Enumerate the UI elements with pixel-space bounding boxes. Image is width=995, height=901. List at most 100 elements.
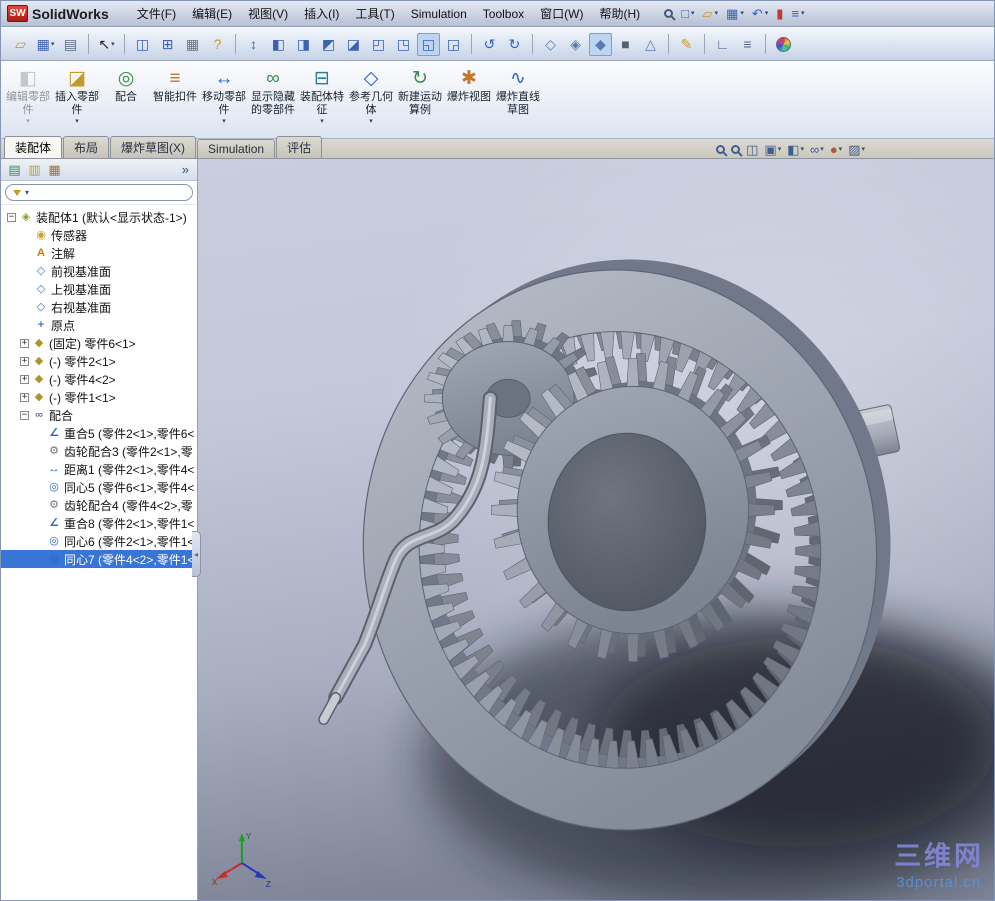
menu-item-6[interactable]: Toolbox [475, 3, 532, 25]
view-top-icon[interactable]: ◰ [367, 33, 390, 56]
section-view-icon[interactable]: ◫ [745, 143, 759, 156]
quad-view-icon[interactable]: ⊞ [156, 33, 179, 56]
view-isometric-icon[interactable]: ◱ [417, 32, 440, 56]
tree-item-mate-gear3[interactable]: ⚙ 齿轮配合3 (零件2<1>,零 [1, 442, 197, 460]
options-list-icon[interactable]: ≡ ▾ [789, 6, 806, 21]
view-back-icon[interactable]: ◨ [292, 33, 315, 56]
panel-collapse-button[interactable]: » [179, 162, 192, 177]
tree-expander-icon[interactable]: + [20, 374, 29, 384]
tree-item-mate-concentric7[interactable]: ◎ 同心7 (零件4<2>,零件1< [1, 550, 197, 568]
redraw-icon[interactable]: ↻ [503, 33, 526, 56]
tree-item-assembly1[interactable]: − ◈ 装配体1 (默认<显示状态-1>) [1, 208, 197, 226]
tree-item-mate-gear4[interactable]: ⚙ 齿轮配合4 (零件4<2>,零 [1, 496, 197, 514]
tree-expander-icon[interactable]: − [20, 410, 29, 420]
pan-updown-icon[interactable]: ↕ [242, 33, 265, 56]
tree-item-front-plane[interactable]: ◇ 前视基准面 [1, 262, 197, 280]
measure-icon[interactable]: ∟ [711, 33, 734, 56]
configuration-manager-tab-icon[interactable]: ▦ [46, 161, 63, 178]
tree-expander-icon[interactable]: + [20, 338, 29, 348]
zoom-area-icon[interactable] [730, 144, 741, 154]
menu-item-3[interactable]: 插入(I) [296, 1, 347, 26]
tree-item-mates-folder[interactable]: − ∞ 配合 [1, 406, 197, 424]
menu-item-8[interactable]: 帮助(H) [591, 1, 648, 26]
select-arrow-icon[interactable]: ↖ ▾ [95, 33, 118, 56]
apply-scene-icon[interactable]: ▨ ▾ [847, 143, 866, 156]
save-icon[interactable]: ▦ ▾ [724, 6, 746, 21]
grid-icon[interactable]: ▦ [181, 33, 204, 56]
menu-item-7[interactable]: 窗口(W) [532, 1, 591, 26]
exploded-view-button[interactable]: ✱ 爆炸视图 [445, 64, 493, 135]
panel-splitter-handle[interactable]: ◂ [192, 531, 201, 577]
undo-icon[interactable]: ↶ ▾ [750, 6, 770, 21]
tab-exploded-sketch[interactable]: 爆炸草图(X) [110, 136, 197, 158]
help-icon[interactable]: ? [206, 33, 229, 56]
menu-item-5[interactable]: Simulation [403, 3, 475, 25]
tree-item-origin[interactable]: + 原点 [1, 316, 197, 334]
view-bottom-icon[interactable]: ◳ [392, 33, 415, 56]
split-view-icon[interactable]: ◫ [131, 33, 154, 56]
perspective-icon[interactable]: △ [639, 33, 662, 56]
search-icon[interactable] [662, 8, 675, 19]
insert-component-button[interactable]: ◪ 插入零部件 ▾ [53, 64, 101, 135]
tree-item-annotations[interactable]: A 注解 [1, 244, 197, 262]
tree-item-part1[interactable]: + ◆ (-) 零件1<1> [1, 388, 197, 406]
view-orientation-icon[interactable]: ▣ ▾ [763, 143, 782, 156]
menu-item-2[interactable]: 视图(V) [240, 1, 296, 26]
move-component-button[interactable]: ↔ 移动零部件 ▾ [200, 64, 248, 135]
tree-item-part4[interactable]: + ◆ (-) 零件4<2> [1, 370, 197, 388]
hidden-lines-icon[interactable]: ◈ [564, 33, 587, 56]
wireframe-icon[interactable]: ◇ [539, 33, 562, 56]
hide-show-items-icon[interactable]: ∞ ▾ [809, 143, 825, 156]
shaded-icon[interactable]: ◆ [589, 32, 612, 56]
feature-manager-tab-icon[interactable]: ▤ [6, 161, 23, 178]
show-hidden-components-button[interactable]: ∞ 显示隐藏的零部件 [249, 64, 297, 135]
tree-filter-input[interactable] [33, 186, 185, 199]
color-wheel-icon[interactable] [772, 33, 795, 56]
menu-item-0[interactable]: 文件(F) [129, 1, 184, 26]
view-right-icon[interactable]: ◪ [342, 33, 365, 56]
assembly-features-button[interactable]: ⊟ 装配体特征 ▾ [298, 64, 346, 135]
tree-item-mate-coincident5[interactable]: ∠ 重合5 (零件2<1>,零件6< [1, 424, 197, 442]
open-document-icon[interactable]: ▱ [9, 33, 32, 56]
save-document-icon[interactable]: ▦ ▾ [34, 33, 57, 56]
tree-item-part2[interactable]: + ◆ (-) 零件2<1> [1, 352, 197, 370]
previous-view-icon[interactable]: ↺ [478, 33, 501, 56]
shadows-icon[interactable]: ■ [614, 33, 637, 56]
annotations-toolbar-icon[interactable]: ≡ [736, 33, 759, 56]
display-style-icon[interactable]: ◧ ▾ [786, 143, 805, 156]
tree-expander-icon[interactable]: + [20, 392, 29, 402]
tree-item-right-plane[interactable]: ◇ 右视基准面 [1, 298, 197, 316]
tree-item-mate-coincident8[interactable]: ∠ 重合8 (零件2<1>,零件1< [1, 514, 197, 532]
view-front-icon[interactable]: ◧ [267, 33, 290, 56]
new-motion-study-button[interactable]: ↻ 新建运动算例 [396, 64, 444, 135]
tree-item-sensors[interactable]: ◉ 传感器 [1, 226, 197, 244]
open-icon[interactable]: ▱ ▾ [701, 6, 721, 21]
tab-assembly[interactable]: 装配体 [4, 136, 63, 158]
property-manager-tab-icon[interactable]: ▥ [26, 161, 43, 178]
print-icon[interactable]: ▤ [59, 33, 82, 56]
smart-fasteners-button[interactable]: ≡ 智能扣件 [151, 64, 199, 135]
tree-item-mate-distance1[interactable]: ↔ 距离1 (零件2<1>,零件4< [1, 460, 197, 478]
new-document-icon[interactable]: □ ▾ [679, 6, 696, 21]
tree-filter[interactable]: ▾ [5, 184, 193, 201]
tab-evaluate[interactable]: 评估 [276, 136, 323, 158]
tree-item-mate-concentric6[interactable]: ◎ 同心6 (零件2<1>,零件1< [1, 532, 197, 550]
reference-geometry-button[interactable]: ◇ 参考几何体 ▾ [347, 64, 395, 135]
menu-item-1[interactable]: 编辑(E) [184, 1, 240, 26]
menu-item-4[interactable]: 工具(T) [347, 1, 402, 26]
tab-simulation[interactable]: Simulation [197, 139, 276, 158]
rebuild-icon[interactable]: ▮ [774, 6, 785, 21]
tree-expander-icon[interactable]: − [7, 212, 16, 222]
tree-item-top-plane[interactable]: ◇ 上视基准面 [1, 280, 197, 298]
tree-item-mate-concentric5[interactable]: ◎ 同心5 (零件6<1>,零件4< [1, 478, 197, 496]
view-dimetric-icon[interactable]: ◲ [442, 33, 465, 56]
mate-button[interactable]: ◎ 配合 [102, 64, 150, 135]
zoom-fit-icon[interactable] [715, 144, 726, 154]
appearance-pencil-icon[interactable]: ✎ [675, 33, 698, 56]
tree-expander-icon[interactable]: + [20, 356, 29, 366]
explode-line-sketch-button[interactable]: ∿ 爆炸直线草图 [494, 64, 542, 135]
edit-appearance-icon[interactable]: ● ▾ [829, 143, 843, 156]
tab-layout[interactable]: 布局 [63, 136, 110, 158]
graphics-viewport[interactable]: Y X Z 三维网 3dportal.cn [198, 159, 994, 900]
view-left-icon[interactable]: ◩ [317, 33, 340, 56]
